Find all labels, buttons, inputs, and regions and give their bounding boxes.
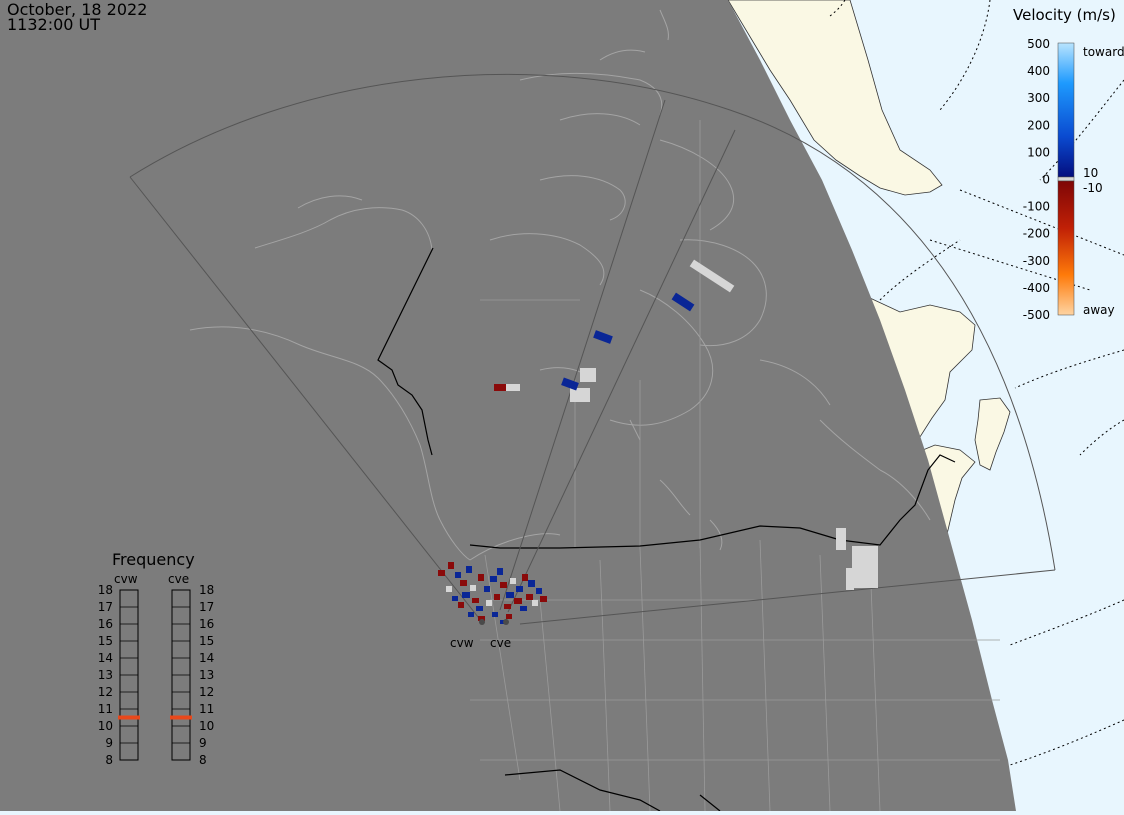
frequency-scale-label-left: 11 <box>98 702 113 716</box>
frequency-scale-label-right: 8 <box>199 753 207 767</box>
frequency-scale-label-left: 8 <box>105 753 113 767</box>
frequency-radar-cve: cve <box>168 572 189 586</box>
echo-gs-4 <box>506 384 520 391</box>
velocity-title: Velocity (m/s) <box>1013 6 1116 24</box>
velocity-tick-label: -100 <box>1023 200 1050 214</box>
echo-gs-3 <box>570 388 590 402</box>
radar-label-cve: cve <box>490 636 511 650</box>
velocity-tick-label: -500 <box>1023 308 1050 322</box>
velocity-tick-label: 300 <box>1027 91 1050 105</box>
velocity-tick-label: -300 <box>1023 254 1050 268</box>
radar-site-cve <box>503 619 509 625</box>
frequency-scale-label-left: 14 <box>98 651 113 665</box>
velocity-tick-label: 400 <box>1027 64 1050 78</box>
velocity-inner-pos: 10 <box>1083 166 1098 180</box>
frequency-scale-label-left: 16 <box>98 617 113 631</box>
echo-gs-7 <box>846 568 854 590</box>
echo-gs-5 <box>836 528 846 550</box>
map-stage: cvw cve Velocity (m/s) 500 400 300 200 100 0 -… <box>0 0 1124 812</box>
frequency-scale-label-left: 10 <box>98 719 113 733</box>
velocity-toward-label: toward <box>1083 45 1124 59</box>
echo-gs-6 <box>852 546 878 588</box>
frequency-scale-label-left: 13 <box>98 668 113 682</box>
frequency-scale-label-right: 17 <box>199 600 214 614</box>
frequency-scale-label-left: 12 <box>98 685 113 699</box>
frequency-scale-label-right: 14 <box>199 651 214 665</box>
frequency-radar-cvw: cvw <box>114 572 138 586</box>
echo-red-1 <box>494 384 508 391</box>
frequency-scale-label-right: 16 <box>199 617 214 631</box>
radar-site-cvw <box>479 619 485 625</box>
echo-gs-2 <box>580 368 596 382</box>
frequency-scale-label-right: 10 <box>199 719 214 733</box>
velocity-tick-label: 100 <box>1027 145 1050 159</box>
frequency-scale-label-left: 17 <box>98 600 113 614</box>
velocity-tick-label: 500 <box>1027 37 1050 51</box>
frequency-scale-label-right: 15 <box>199 634 214 648</box>
frequency-marker-cvw <box>118 715 140 720</box>
frequency-marker-cve <box>170 715 192 720</box>
frequency-scale-label-right: 13 <box>199 668 214 682</box>
velocity-tick-label: -200 <box>1023 227 1050 241</box>
frequency-scale-label-right: 18 <box>199 583 214 597</box>
frequency-scale-label-right: 12 <box>199 685 214 699</box>
frequency-scale-label-left: 9 <box>105 736 113 750</box>
velocity-tick-label: 0 <box>1042 173 1050 187</box>
frequency-title: Frequency <box>112 550 195 569</box>
radar-label-cvw: cvw <box>450 636 474 650</box>
frequency-scale-label-left: 18 <box>98 583 113 597</box>
time-label: 1132:00 UT <box>7 15 101 34</box>
velocity-tick-label: 200 <box>1027 118 1050 132</box>
velocity-inner-neg: -10 <box>1083 181 1103 195</box>
velocity-away-label: away <box>1083 303 1115 317</box>
frequency-scale-label-left: 15 <box>98 634 113 648</box>
frequency-scale-label-right: 9 <box>199 736 207 750</box>
velocity-tick-label: -400 <box>1023 281 1050 295</box>
velocity-colorbar <box>1057 42 1075 316</box>
radar-map: cvw cve Velocity (m/s) 500 400 300 200 100 0 -… <box>0 0 1124 812</box>
frequency-scale-label-right: 11 <box>199 702 214 716</box>
